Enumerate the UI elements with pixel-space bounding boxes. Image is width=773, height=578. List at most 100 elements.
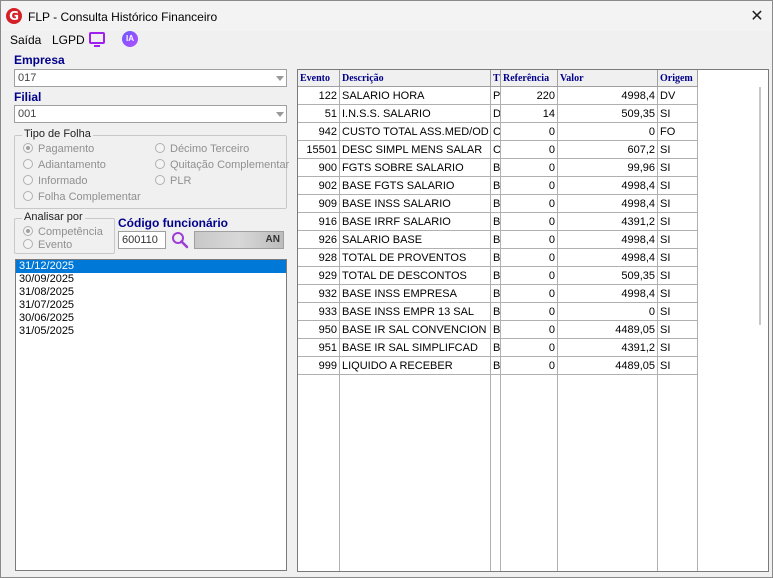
table-cell: 99,96	[558, 159, 658, 177]
table-row[interactable]: 926 SALARIO BASE B 0 4998,4 SI	[298, 231, 698, 249]
monitor-icon[interactable]	[89, 32, 105, 47]
date-item[interactable]: 31/12/2025	[16, 260, 286, 273]
date-item[interactable]: 31/07/2025	[16, 299, 286, 312]
table-cell: 0	[501, 141, 558, 159]
table-cell: 0	[558, 303, 658, 321]
filial-combo[interactable]: 001	[14, 105, 287, 123]
table-cell: SI	[658, 231, 698, 249]
radio-adiantamento[interactable]: Adiantamento	[23, 159, 106, 171]
table-cell: SI	[658, 159, 698, 177]
radio-evento[interactable]: Evento	[23, 239, 72, 251]
table-row[interactable]: 942 CUSTO TOTAL ASS.MED/OD C 0 0 FO	[298, 123, 698, 141]
column-divider	[657, 87, 658, 571]
competencia-list[interactable]: 31/12/2025 30/09/2025 31/08/2025 31/07/2025…	[15, 259, 287, 571]
scrollbar[interactable]	[759, 87, 761, 325]
table-cell: 0	[501, 249, 558, 267]
table-row[interactable]: 122 SALARIO HORA P 220 4998,4 DV	[298, 87, 698, 105]
radio-icon	[155, 175, 165, 185]
table-cell: 950	[298, 321, 340, 339]
table-row[interactable]: 932 BASE INSS EMPRESA B 0 4998,4 SI	[298, 285, 698, 303]
table-cell: 0	[501, 267, 558, 285]
table-cell: 999	[298, 357, 340, 375]
eventos-grid[interactable]: Evento Descrição T Referência Valor Origem 12…	[297, 69, 769, 572]
column-header[interactable]: Evento	[298, 70, 340, 87]
column-divider	[557, 87, 558, 571]
grid-body: 122 SALARIO HORA P 220 4998,4 DV 51 I.N.S.S. SA…	[298, 87, 698, 375]
radio-quitacao-complementar[interactable]: Quitação Complementar	[155, 159, 289, 171]
radio-icon	[155, 159, 165, 169]
table-row[interactable]: 900 FGTS SOBRE SALARIO B 0 99,96 SI	[298, 159, 698, 177]
radio-plr[interactable]: PLR	[155, 175, 191, 187]
table-cell: 51	[298, 105, 340, 123]
table-cell: SI	[658, 339, 698, 357]
date-item[interactable]: 31/08/2025	[16, 286, 286, 299]
radio-pagamento[interactable]: Pagamento	[23, 143, 94, 155]
radio-informado[interactable]: Informado	[23, 175, 88, 187]
filial-value: 001	[18, 108, 37, 120]
filial-label: Filial	[14, 90, 42, 104]
table-cell: BASE INSS SALARIO	[340, 195, 491, 213]
table-cell: 4391,2	[558, 339, 658, 357]
ia-assistant-icon[interactable]: IA	[122, 31, 138, 47]
table-row[interactable]: 51 I.N.S.S. SALARIO D 14 509,35 SI	[298, 105, 698, 123]
menu-saida[interactable]: Saída	[10, 33, 41, 47]
column-header[interactable]: Referência	[501, 70, 558, 87]
table-cell: 0	[501, 321, 558, 339]
menu-lgpd[interactable]: LGPD	[52, 33, 85, 47]
table-cell: BASE IR SAL SIMPLIFCAD	[340, 339, 491, 357]
table-row[interactable]: 933 BASE INSS EMPR 13 SAL B 0 0 SI	[298, 303, 698, 321]
date-item[interactable]: 30/06/2025	[16, 312, 286, 325]
codigo-funcionario-input[interactable]: 600110	[118, 231, 166, 249]
radio-label: Folha Complementar	[38, 191, 141, 203]
table-row[interactable]: 909 BASE INSS SALARIO B 0 4998,4 SI	[298, 195, 698, 213]
empresa-combo[interactable]: 017	[14, 69, 287, 87]
radio-icon	[23, 175, 33, 185]
table-row[interactable]: 950 BASE IR SAL CONVENCION B 0 4489,05 SI	[298, 321, 698, 339]
table-row[interactable]: 916 BASE IRRF SALARIO B 0 4391,2 SI	[298, 213, 698, 231]
date-item[interactable]: 31/05/2025	[16, 325, 286, 338]
radio-label: Informado	[38, 175, 88, 187]
table-cell: 0	[501, 159, 558, 177]
radio-checked-icon	[23, 143, 33, 153]
table-cell: 0	[501, 195, 558, 213]
table-cell: DV	[658, 87, 698, 105]
table-cell: SI	[658, 267, 698, 285]
table-cell: 926	[298, 231, 340, 249]
table-row[interactable]: 951 BASE IR SAL SIMPLIFCAD B 0 4391,2 SI	[298, 339, 698, 357]
column-divider	[339, 87, 340, 571]
table-row[interactable]: 999 LIQUIDO A RECEBER B 0 4489,05 SI	[298, 357, 698, 375]
radio-label: Quitação Complementar	[170, 159, 290, 171]
table-cell: 942	[298, 123, 340, 141]
table-cell: 0	[558, 123, 658, 141]
column-header[interactable]: T	[491, 70, 501, 87]
column-header[interactable]: Valor	[558, 70, 658, 87]
radio-label: Décimo Terceiro	[170, 143, 250, 155]
radio-label: Evento	[38, 239, 73, 251]
table-row[interactable]: 928 TOTAL DE PROVENTOS B 0 4998,4 SI	[298, 249, 698, 267]
table-cell: CUSTO TOTAL ASS.MED/OD	[340, 123, 491, 141]
table-cell: BASE INSS EMPRESA	[340, 285, 491, 303]
table-cell: SALARIO BASE	[340, 231, 491, 249]
date-item[interactable]: 30/09/2025	[16, 273, 286, 286]
close-button[interactable]: ✕	[742, 1, 772, 31]
radio-folha-complementar[interactable]: Folha Complementar	[23, 191, 141, 203]
chevron-down-icon[interactable]	[276, 76, 284, 81]
table-cell: 928	[298, 249, 340, 267]
radio-decimo-terceiro[interactable]: Décimo Terceiro	[155, 143, 249, 155]
table-cell: BASE IRRF SALARIO	[340, 213, 491, 231]
table-cell: 0	[501, 213, 558, 231]
table-row[interactable]: 15501 DESC SIMPL MENS SALAR C 0 607,2 SI	[298, 141, 698, 159]
radio-icon	[23, 191, 33, 201]
table-row[interactable]: 902 BASE FGTS SALARIO B 0 4998,4 SI	[298, 177, 698, 195]
radio-label: Adiantamento	[38, 159, 106, 171]
table-cell: 0	[501, 285, 558, 303]
table-row[interactable]: 929 TOTAL DE DESCONTOS B 0 509,35 SI	[298, 267, 698, 285]
column-header[interactable]: Origem	[658, 70, 698, 87]
chevron-down-icon[interactable]	[276, 112, 284, 117]
table-cell: 909	[298, 195, 340, 213]
table-cell: 4998,4	[558, 231, 658, 249]
radio-competencia[interactable]: Competência	[23, 226, 103, 238]
table-cell: 4391,2	[558, 213, 658, 231]
column-header[interactable]: Descrição	[340, 70, 491, 87]
search-icon[interactable]	[171, 231, 189, 249]
